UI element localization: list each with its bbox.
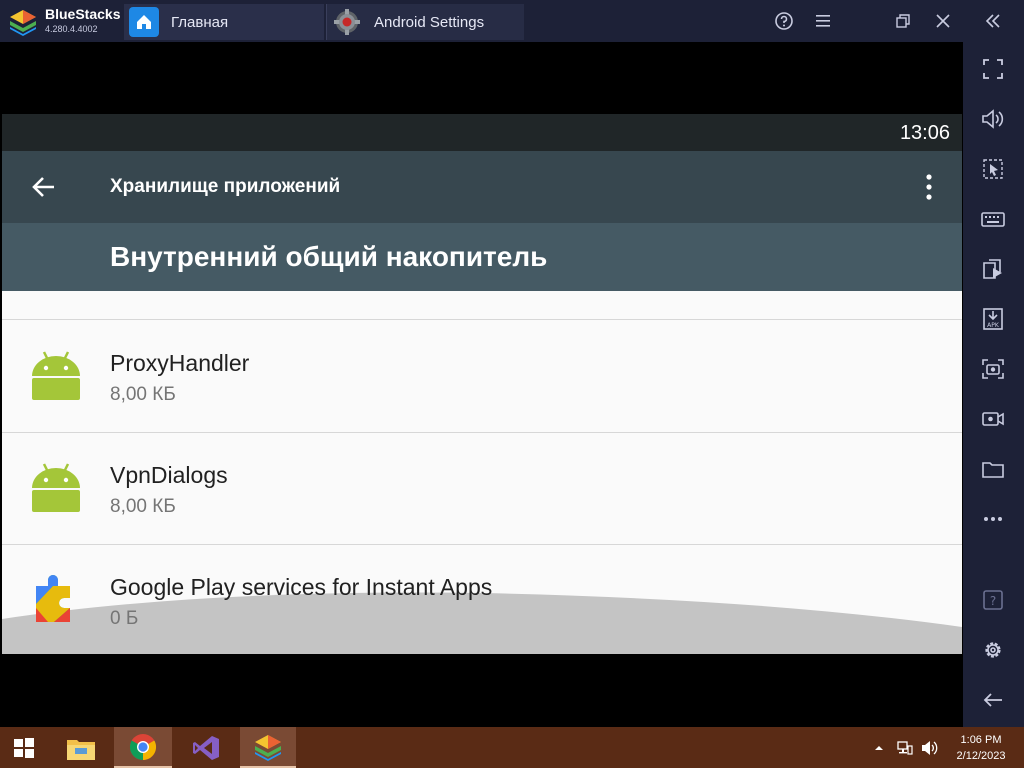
- android-icon: [32, 351, 80, 400]
- bluestacks-window: BlueStacks 4.280.4.4002 Главная Android …: [0, 0, 1024, 768]
- folder-icon[interactable]: [980, 456, 1006, 482]
- chrome-icon[interactable]: [114, 727, 172, 768]
- bluestacks-sidebar: APK ?: [963, 42, 1024, 727]
- fullscreen-icon[interactable]: [980, 56, 1006, 82]
- help-icon[interactable]: [771, 8, 797, 34]
- volume-icon[interactable]: [980, 106, 1006, 132]
- android-screen: 13:06 Хранилище приложений Внутренний об…: [2, 42, 962, 727]
- install-apk-icon[interactable]: APK: [980, 306, 1006, 332]
- gear-icon: [332, 7, 362, 37]
- svg-text:?: ?: [990, 594, 996, 608]
- app-size: 0 Б: [110, 608, 139, 629]
- settings-icon[interactable]: [980, 637, 1006, 663]
- app-name: Google Play services for Instant Apps: [110, 574, 493, 600]
- app-name: ProxyHandler: [110, 350, 250, 376]
- network-icon[interactable]: [896, 727, 914, 768]
- overflow-menu-icon[interactable]: [916, 169, 942, 205]
- tab-home-label: Главная: [171, 13, 229, 31]
- android-icon: [32, 463, 80, 512]
- tab-android-settings-label: Android Settings: [374, 13, 485, 31]
- file-explorer-icon[interactable]: [58, 727, 104, 768]
- tab-home[interactable]: Главная: [124, 4, 324, 40]
- help-icon[interactable]: ?: [980, 587, 1006, 613]
- more-icon[interactable]: [980, 506, 1006, 532]
- status-time: 13:06: [899, 122, 950, 144]
- app-name: VpnDialogs: [110, 462, 228, 488]
- back-arrow-icon[interactable]: [28, 171, 60, 203]
- list-item[interactable]: VpnDialogs 8,00 КБ: [2, 432, 962, 544]
- collapse-sidebar-icon[interactable]: [980, 8, 1006, 34]
- app-list: ProxyHandler 8,00 КБ VpnDialogs 8,00 КБ: [2, 291, 962, 654]
- storage-title: Внутренний общий накопитель: [110, 241, 548, 272]
- windows-start-icon[interactable]: [0, 727, 48, 768]
- title-bar: BlueStacks 4.280.4.4002 Главная Android …: [0, 0, 1024, 42]
- list-item[interactable]: ProxyHandler 8,00 КБ: [2, 320, 962, 432]
- android-black-area: [2, 654, 962, 727]
- list-item[interactable]: Google Play services for Instant Apps 0 …: [2, 544, 962, 654]
- restore-icon[interactable]: [890, 8, 916, 34]
- screenshot-icon[interactable]: [980, 356, 1006, 382]
- home-icon: [129, 7, 159, 37]
- app-size: 8,00 КБ: [110, 384, 176, 405]
- close-icon[interactable]: [930, 8, 956, 34]
- instant-apps-icon: [36, 575, 70, 622]
- visual-studio-icon[interactable]: [178, 727, 234, 768]
- android-status-bar: 13:06: [2, 114, 962, 151]
- system-clock[interactable]: 1:06 PM 2/12/2023: [944, 732, 1018, 764]
- record-icon[interactable]: [980, 406, 1006, 432]
- app-name: BlueStacks: [45, 6, 121, 22]
- storage-header: Внутренний общий накопитель: [2, 223, 962, 291]
- clock-time: 1:06 PM: [960, 734, 1002, 746]
- speaker-icon[interactable]: [920, 727, 940, 768]
- media-manager-icon[interactable]: [980, 256, 1006, 282]
- app-size: 8,00 КБ: [110, 496, 176, 517]
- page-title: Хранилище приложений: [110, 176, 341, 197]
- windows-taskbar: 1:06 PM 2/12/2023: [0, 727, 1024, 768]
- show-hidden-icons-icon[interactable]: [874, 727, 884, 768]
- pointer-icon[interactable]: [980, 156, 1006, 182]
- bluestacks-logo-icon: [10, 10, 36, 36]
- keyboard-icon[interactable]: [980, 206, 1006, 232]
- back-icon[interactable]: [980, 687, 1006, 713]
- bluestacks-icon[interactable]: [240, 727, 296, 768]
- app-version: 4.280.4.4002: [45, 24, 98, 34]
- svg-text:APK: APK: [987, 322, 1000, 329]
- menu-icon[interactable]: [810, 8, 836, 34]
- tab-android-settings[interactable]: Android Settings: [326, 4, 524, 40]
- clock-date: 2/12/2023: [956, 750, 1006, 762]
- app-bar: Хранилище приложений: [2, 151, 962, 223]
